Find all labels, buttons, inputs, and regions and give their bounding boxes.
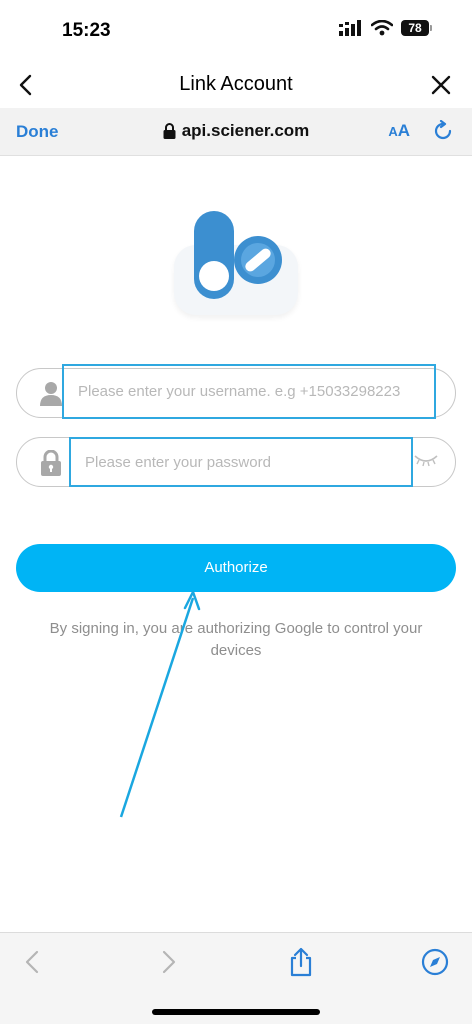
- password-input[interactable]: [69, 437, 413, 487]
- browser-toolbar: Done api.sciener.com AA: [0, 108, 472, 156]
- nav-header: Link Account: [0, 62, 472, 108]
- authorize-button[interactable]: Authorize: [16, 544, 456, 592]
- compass-icon[interactable]: [420, 947, 450, 977]
- close-icon[interactable]: [428, 72, 454, 98]
- app-logo: [174, 205, 298, 315]
- username-input[interactable]: [62, 364, 436, 419]
- status-bar: 15:23 78: [0, 0, 472, 62]
- wifi-icon: [371, 20, 393, 36]
- battery-level: 78: [401, 20, 429, 36]
- user-icon: [40, 382, 62, 406]
- eye-closed-icon[interactable]: [413, 453, 439, 467]
- text-size-button[interactable]: AA: [388, 121, 410, 141]
- battery-indicator: 78: [401, 20, 432, 36]
- lock-icon: [163, 123, 176, 139]
- lock-icon: [41, 450, 61, 476]
- text-size-small-label: A: [388, 124, 398, 139]
- chevron-right-icon[interactable]: [153, 947, 183, 977]
- url-text: api.sciener.com: [181, 121, 310, 140]
- battery-cap: [430, 25, 432, 31]
- cellular-signal-icon: [339, 20, 361, 36]
- app-logo-icon: [194, 211, 282, 299]
- share-icon[interactable]: [286, 947, 316, 977]
- home-indicator: [152, 1009, 320, 1015]
- chevron-left-icon[interactable]: [18, 947, 48, 977]
- status-time: 15:23: [62, 20, 111, 41]
- reload-icon[interactable]: [432, 120, 454, 142]
- status-icons: 78: [339, 20, 432, 36]
- consent-text: By signing in, you are authorizing Googl…: [49, 620, 423, 659]
- text-size-big-label: A: [397, 121, 410, 140]
- page-title: Link Account: [179, 73, 293, 95]
